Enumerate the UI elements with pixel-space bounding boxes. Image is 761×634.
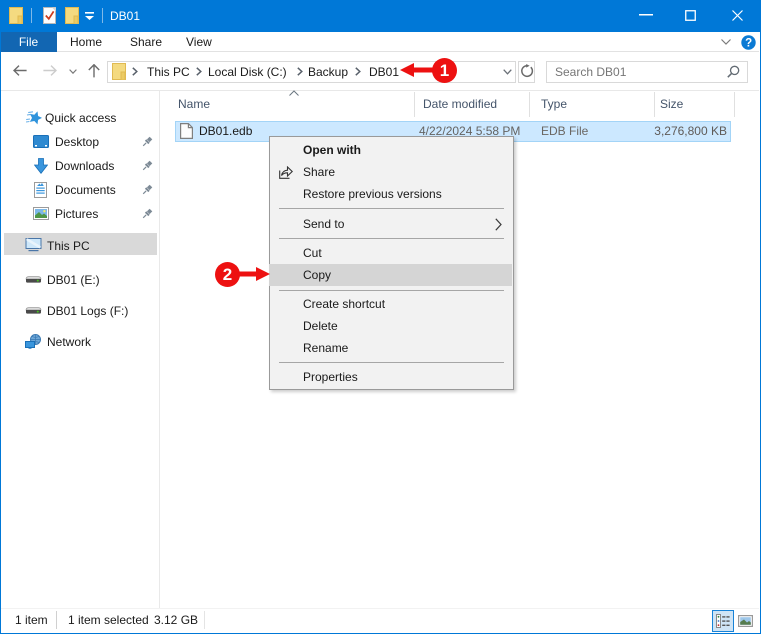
svg-text:?: ? [745,38,752,50]
